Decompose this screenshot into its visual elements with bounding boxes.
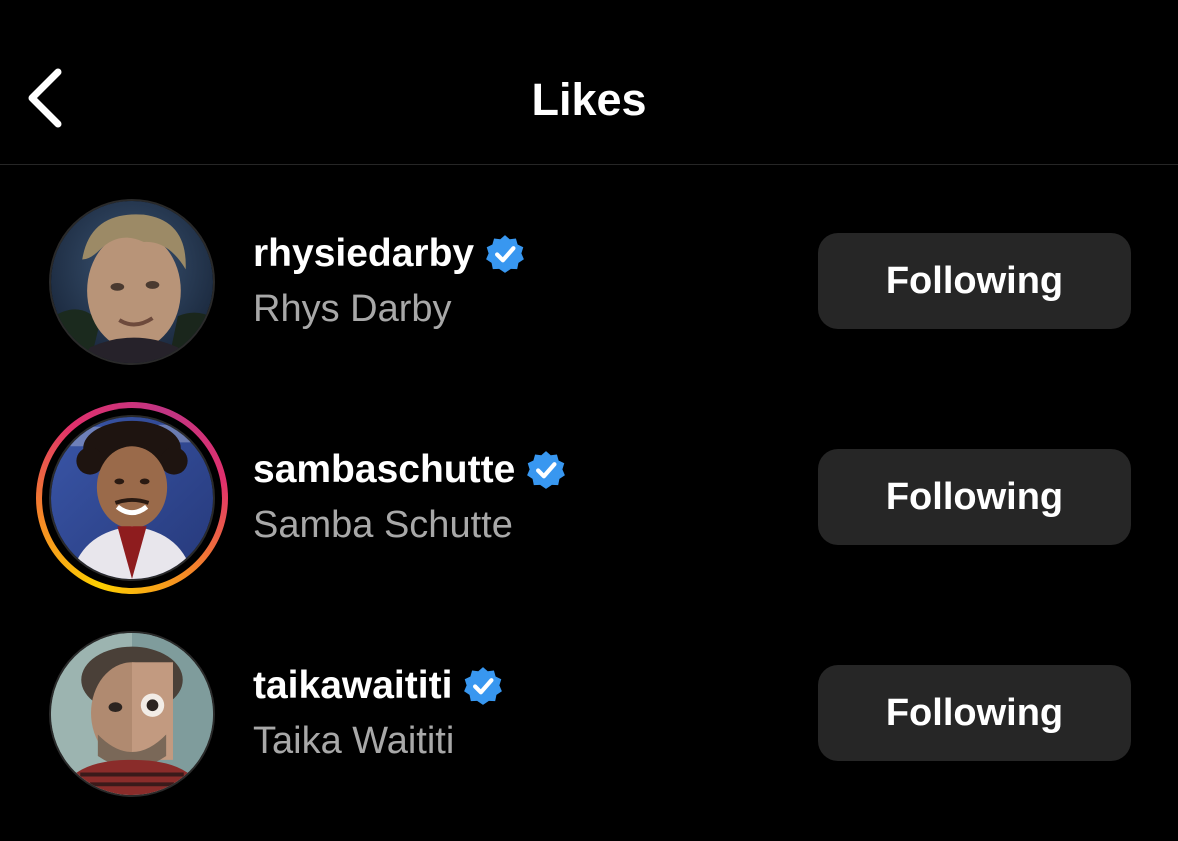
full-name: Rhys Darby bbox=[253, 288, 452, 330]
list-item[interactable]: taikawaititi Taika Waititi Following bbox=[0, 597, 1178, 813]
page-title: Likes bbox=[531, 74, 647, 125]
verified-badge-icon bbox=[462, 665, 504, 707]
list-item[interactable]: sambaschutte Samba Schutte Following bbox=[0, 381, 1178, 597]
verified-badge-icon bbox=[484, 233, 526, 275]
username-line: sambaschutte bbox=[253, 447, 793, 493]
avatar-container[interactable] bbox=[36, 618, 228, 810]
avatar-container[interactable] bbox=[36, 186, 228, 378]
username[interactable]: sambaschutte bbox=[253, 447, 515, 493]
list-item[interactable]: rhysiedarby Rhys Darby Following bbox=[0, 165, 1178, 381]
following-button[interactable]: Following bbox=[818, 449, 1131, 545]
avatar[interactable] bbox=[49, 199, 215, 365]
user-names: sambaschutte Samba Schutte bbox=[253, 447, 793, 547]
user-names: taikawaititi Taika Waititi bbox=[253, 663, 793, 763]
username-line: taikawaititi bbox=[253, 663, 793, 709]
header: Likes bbox=[0, 0, 1178, 165]
user-names: rhysiedarby Rhys Darby bbox=[253, 231, 793, 331]
full-name: Samba Schutte bbox=[253, 504, 513, 546]
profile-photo bbox=[51, 417, 213, 579]
username[interactable]: rhysiedarby bbox=[253, 231, 474, 277]
avatar[interactable] bbox=[49, 631, 215, 797]
avatar-container[interactable] bbox=[36, 402, 228, 594]
following-button[interactable]: Following bbox=[818, 233, 1131, 329]
username[interactable]: taikawaititi bbox=[253, 663, 452, 709]
profile-photo bbox=[51, 633, 213, 795]
full-name: Taika Waititi bbox=[253, 720, 455, 762]
profile-photo bbox=[51, 201, 213, 363]
verified-badge-icon bbox=[525, 449, 567, 491]
username-line: rhysiedarby bbox=[253, 231, 793, 277]
avatar[interactable] bbox=[49, 415, 215, 581]
likes-screen: Likes rhysiedarby Rhys Darby Following s… bbox=[0, 0, 1178, 841]
following-button[interactable]: Following bbox=[818, 665, 1131, 761]
